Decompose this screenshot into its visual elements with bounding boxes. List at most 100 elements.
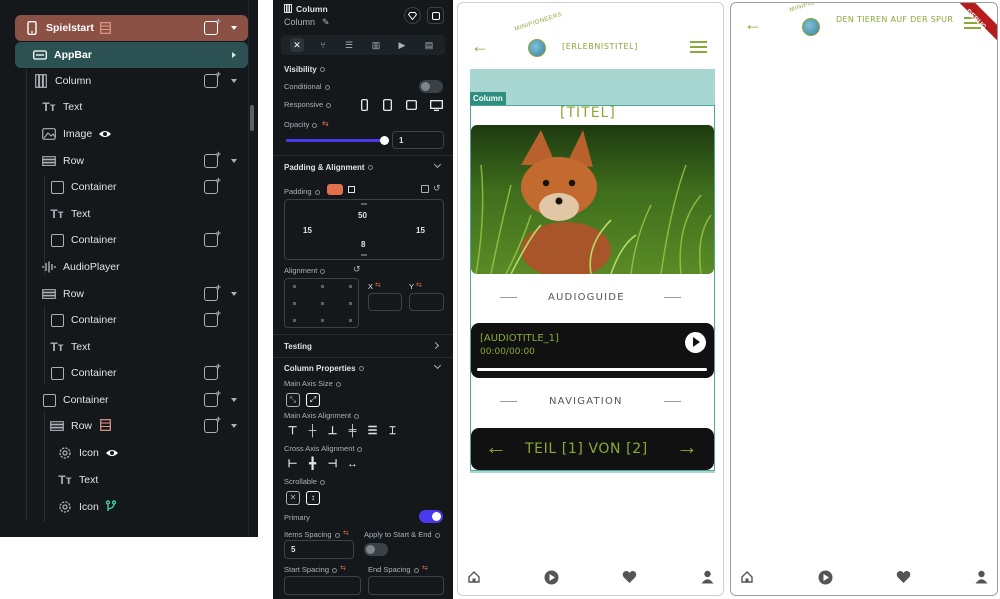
align-center-icon[interactable]: ┼	[306, 425, 319, 438]
chevron-right-icon[interactable]	[232, 52, 236, 58]
padding-top-value[interactable]: 50	[358, 211, 367, 220]
start-spacing-input[interactable]	[284, 576, 361, 595]
items-spacing-input[interactable]: 5	[284, 540, 354, 559]
eye-icon[interactable]	[105, 448, 119, 458]
alignment-grid[interactable]	[284, 278, 359, 328]
space-between-icon[interactable]: ╪	[346, 425, 359, 438]
tree-item-row[interactable]: Row	[49, 413, 248, 439]
next-arrow-icon[interactable]: →	[676, 434, 698, 460]
phone-large-icon[interactable]	[383, 99, 392, 113]
variable-icon[interactable]: ⇆	[422, 564, 428, 572]
audio-progress-track[interactable]	[477, 368, 707, 371]
chevron-down-icon[interactable]	[231, 424, 237, 428]
tree-item-row[interactable]: Row	[41, 148, 248, 174]
axis-size-min-icon[interactable]: ⤡	[286, 393, 300, 407]
chevron-down-icon[interactable]	[231, 159, 237, 163]
align-end-icon[interactable]: ⊥	[326, 425, 339, 438]
tab-animations[interactable]: ▶	[395, 38, 409, 52]
chevron-down-icon[interactable]	[231, 398, 237, 402]
back-arrow-icon[interactable]: ←	[471, 36, 489, 57]
home-icon[interactable]	[740, 570, 754, 584]
add-child-icon[interactable]	[204, 361, 221, 380]
align-start-icon[interactable]: ⊤	[286, 425, 299, 438]
tab-generate-children[interactable]: ▥	[369, 38, 383, 52]
variable-icon[interactable]: ⇆	[322, 119, 329, 128]
tree-item-image[interactable]: Image	[41, 121, 248, 147]
tree-item-icon[interactable]: Icon	[57, 440, 248, 466]
chevron-down-icon[interactable]	[231, 292, 237, 296]
tablet-icon[interactable]	[406, 100, 417, 112]
phone-small-icon[interactable]	[361, 99, 368, 113]
align-y-input[interactable]	[409, 293, 444, 311]
cross-stretch-icon[interactable]: ↔	[346, 458, 359, 471]
variable-icon[interactable]: ⇆	[343, 529, 349, 537]
add-widget-icon[interactable]	[427, 7, 444, 24]
tree-item-container[interactable]: Container	[49, 360, 248, 386]
tree-item-row[interactable]: Row	[41, 281, 248, 307]
person-icon[interactable]	[975, 570, 989, 584]
end-spacing-input[interactable]	[368, 576, 444, 595]
variable-icon[interactable]: ⇆	[375, 281, 381, 289]
heart-icon[interactable]	[896, 570, 911, 584]
play-circle-icon[interactable]	[544, 570, 559, 585]
cross-end-icon[interactable]: ⊣	[326, 458, 339, 471]
axis-size-max-icon[interactable]: ⤢	[306, 393, 320, 407]
reset-icon[interactable]: ↺	[353, 264, 361, 275]
add-child-icon[interactable]	[204, 388, 221, 407]
hamburger-menu-icon[interactable]	[690, 41, 707, 53]
reset-icon[interactable]: ↺	[433, 183, 441, 194]
tree-item-text[interactable]: Tт Text	[41, 94, 248, 120]
tab-properties[interactable]: ✕	[290, 38, 304, 52]
add-child-icon[interactable]	[204, 282, 221, 301]
tree-item-audioplayer[interactable]: AudioPlayer	[41, 254, 248, 280]
scroll-off-icon[interactable]: ✕	[286, 491, 300, 505]
apply-start-end-toggle[interactable]	[364, 543, 388, 556]
padding-editor[interactable]: 50 15 15 8	[284, 199, 444, 260]
eye-icon[interactable]	[98, 129, 112, 139]
audio-player[interactable]: [AUDIOTITLE_1] 00:00/00:00	[471, 323, 714, 378]
primary-toggle[interactable]	[419, 510, 443, 523]
padding-all-sides-icon[interactable]	[327, 184, 343, 195]
home-icon[interactable]	[467, 570, 481, 584]
tree-item-spielstart[interactable]: Spielstart	[15, 15, 248, 41]
add-child-icon[interactable]	[204, 16, 221, 35]
add-child-icon[interactable]	[204, 228, 221, 247]
tree-item-text[interactable]: Tт Text	[49, 201, 248, 227]
tree-item-container[interactable]: Container	[49, 174, 248, 200]
add-child-icon[interactable]	[204, 149, 221, 168]
tree-item-container[interactable]: Container	[41, 387, 248, 413]
heart-icon[interactable]	[622, 570, 637, 584]
tree-item-column[interactable]: Column	[33, 68, 248, 94]
desktop-icon[interactable]	[430, 100, 443, 113]
chevron-down-icon[interactable]	[433, 361, 442, 370]
padding-left-value[interactable]: 15	[303, 226, 312, 235]
padding-right-value[interactable]: 15	[416, 226, 425, 235]
padding-bottom-value[interactable]: 8	[361, 240, 365, 249]
tree-scrollbar[interactable]	[250, 105, 254, 131]
tree-item-container[interactable]: Container	[49, 307, 248, 333]
cross-start-icon[interactable]: ⊢	[286, 458, 299, 471]
cross-center-icon[interactable]: ╋	[306, 458, 319, 471]
variable-icon[interactable]: ⇆	[340, 564, 346, 572]
copy-icon[interactable]	[421, 185, 429, 193]
play-circle-icon[interactable]	[818, 570, 833, 585]
tree-item-container[interactable]: Container	[49, 227, 248, 253]
opacity-slider-knob[interactable]	[380, 136, 389, 145]
align-x-input[interactable]	[368, 293, 402, 311]
play-button[interactable]	[685, 332, 706, 353]
conditional-toggle[interactable]	[419, 80, 443, 93]
back-arrow-icon[interactable]: ←	[744, 14, 762, 35]
opacity-slider-track[interactable]	[286, 136, 389, 145]
chevron-down-icon[interactable]	[231, 79, 237, 83]
person-icon[interactable]	[701, 570, 715, 584]
tab-actions[interactable]: ⑂	[316, 38, 330, 52]
tab-docs[interactable]: ▤	[422, 38, 436, 52]
edit-pencil-icon[interactable]: ✎	[322, 17, 330, 28]
space-evenly-icon[interactable]: ⌶	[386, 425, 399, 438]
tree-item-appbar[interactable]: AppBar	[15, 42, 248, 68]
tree-item-text[interactable]: Tт Text	[57, 467, 248, 493]
tree-item-icon[interactable]: Icon	[57, 494, 248, 520]
diamond-icon[interactable]	[404, 7, 421, 24]
add-child-icon[interactable]	[204, 69, 221, 88]
scroll-on-icon[interactable]: ↕	[306, 491, 320, 505]
